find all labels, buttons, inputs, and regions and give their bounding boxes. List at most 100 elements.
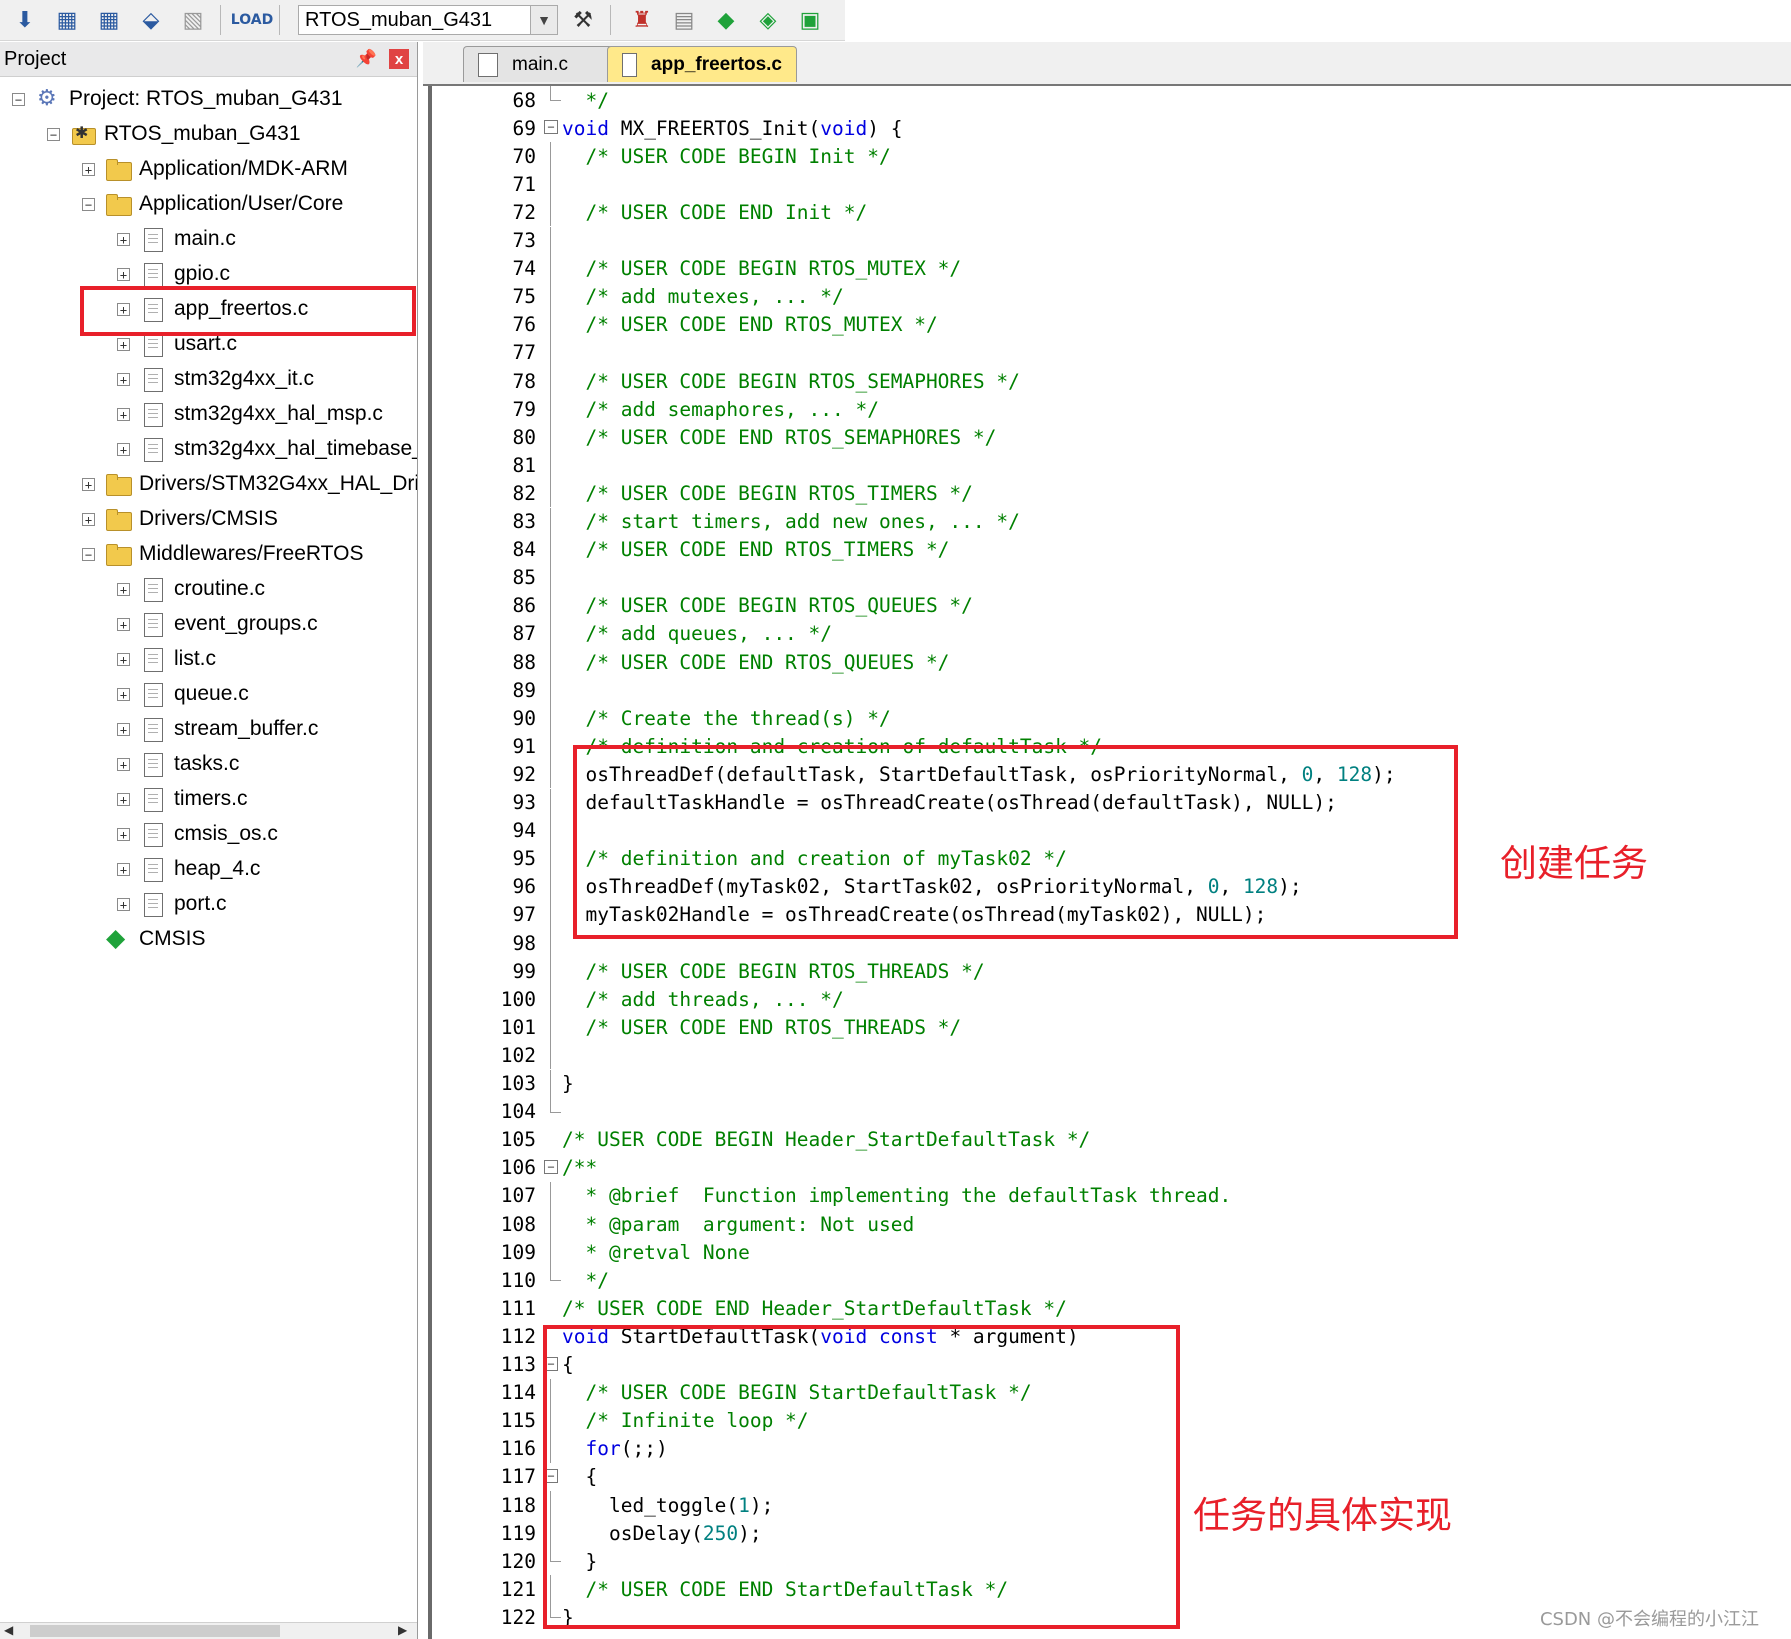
code-line[interactable]: 100 /* add threads, ... */ [432,985,1791,1014]
tree-item[interactable]: − Application/User/Core [82,187,343,221]
tree-item[interactable]: + stm32g4xx_hal_timebase_ [117,432,417,466]
target-select[interactable]: RTOS_muban_G431 ▼ [298,5,558,35]
code-line[interactable]: 114 /* USER CODE BEGIN StartDefaultTask … [432,1378,1791,1407]
code-line[interactable]: 71 [432,170,1791,199]
chevron-down-icon[interactable]: ▼ [530,6,557,34]
code-line[interactable]: 103} [432,1069,1791,1098]
expand-icon[interactable]: + [117,617,130,631]
scroll-left-icon[interactable]: ◀ [4,1623,13,1637]
pin-icon[interactable]: 📌 [356,49,377,69]
code-line[interactable]: 69− void MX_FREERTOS_Init(void) { [432,114,1791,142]
tab-app-freertos-c[interactable]: app_freertos.c [607,46,797,82]
expand-icon[interactable]: + [82,162,95,176]
code-line[interactable]: 72 /* USER CODE END Init */ [432,198,1791,227]
code-line[interactable]: 120 } [432,1547,1791,1575]
code-line[interactable]: 74 /* USER CODE BEGIN RTOS_MUTEX */ [432,254,1791,283]
code-line[interactable]: 75 /* add mutexes, ... */ [432,282,1791,311]
code-line[interactable]: 82 /* USER CODE BEGIN RTOS_TIMERS */ [432,479,1791,508]
expand-icon[interactable]: + [117,267,130,281]
tree-item[interactable]: + croutine.c [117,572,265,606]
expand-icon[interactable]: + [117,302,130,316]
code-line[interactable]: 89 [432,676,1791,705]
expand-icon[interactable]: + [117,232,130,246]
code-line[interactable]: 85 [432,563,1791,592]
code-line[interactable]: 86 /* USER CODE BEGIN RTOS_QUEUES */ [432,591,1791,620]
code-line[interactable]: 119 osDelay(250); [432,1519,1791,1548]
code-line[interactable]: 99 /* USER CODE BEGIN RTOS_THREADS */ [432,957,1791,986]
tree-item[interactable]: − RTOS_muban_G431 [47,117,301,151]
code-line[interactable]: 108 * @param argument: Not used [432,1210,1791,1238]
code-line[interactable]: 87 /* add queues, ... */ [432,619,1791,648]
tree-item[interactable]: CMSIS [82,922,206,956]
tree-item[interactable]: + port.c [117,887,227,921]
code-line[interactable]: 102 [432,1041,1791,1070]
expand-icon[interactable]: + [117,652,130,666]
code-line[interactable]: 78 /* USER CODE BEGIN RTOS_SEMAPHORES */ [432,367,1791,395]
code-line[interactable]: 92 osThreadDef(defaultTask, StartDefault… [432,760,1791,789]
select-software-packs-icon[interactable]: ▣ [793,4,827,36]
expand-icon[interactable]: + [82,512,95,526]
fold-toggle-icon[interactable]: − [536,1463,560,1491]
collapse-icon[interactable]: − [12,92,25,106]
tree-item[interactable]: + Drivers/STM32G4xx_HAL_Driv [82,467,417,501]
tab-main-c[interactable]: main.c [463,46,613,82]
expand-icon[interactable]: + [82,477,95,491]
code-line[interactable]: 97 myTask02Handle = osThreadCreate(osThr… [432,900,1791,929]
tree-item[interactable]: + list.c [117,642,216,676]
code-line[interactable]: 111 /* USER CODE END Header_StartDefaultT… [432,1294,1791,1322]
tree-item[interactable]: − Middlewares/FreeRTOS [82,537,363,571]
build-icon[interactable]: ▦ [50,4,84,36]
code-line[interactable]: 93 defaultTaskHandle = osThreadCreate(os… [432,788,1791,817]
code-line[interactable]: 110 */ [432,1266,1791,1294]
code-line[interactable]: 80 /* USER CODE END RTOS_SEMAPHORES */ [432,423,1791,452]
code-line[interactable]: 91 /* definition and creation of default… [432,732,1791,761]
tree-item[interactable]: + Application/MDK-ARM [82,152,348,186]
pack-installer-icon[interactable]: ◈ [751,4,785,36]
code-line[interactable]: 101 /* USER CODE END RTOS_THREADS */ [432,1013,1791,1042]
code-line[interactable]: 104 [432,1097,1791,1126]
fold-toggle-icon[interactable]: − [536,1351,560,1379]
code-line[interactable]: 118 led_toggle(1); [432,1491,1791,1519]
code-line[interactable]: 121 /* USER CODE END StartDefaultTask */ [432,1575,1791,1604]
code-line[interactable]: 88 /* USER CODE END RTOS_QUEUES */ [432,648,1791,676]
rebuild-icon[interactable]: ▦ [92,4,126,36]
code-line[interactable]: 106−/** [432,1154,1791,1182]
expand-icon[interactable]: + [117,862,130,876]
code-line[interactable]: 98 [432,929,1791,957]
run-time-environment-icon[interactable]: ◆ [709,4,743,36]
expand-icon[interactable]: + [117,897,130,911]
stop-build-icon[interactable]: ▧ [176,4,210,36]
code-line[interactable]: 109 * @retval None [432,1238,1791,1267]
code-line[interactable]: 107 * @brief Function implementing the d… [432,1181,1791,1210]
manage-components-icon[interactable]: ♜ [625,4,659,36]
expand-icon[interactable]: + [117,442,130,456]
code-line[interactable]: 90 /* Create the thread(s) */ [432,704,1791,733]
batch-build-icon[interactable]: ⬙ [134,4,168,36]
file-extensions-icon[interactable]: ▤ [667,4,701,36]
tree-item[interactable]: + app_freertos.c [117,292,308,326]
tree-item[interactable]: + stm32g4xx_it.c [117,362,314,396]
code-line[interactable]: 83 /* start timers, add new ones, ... */ [432,507,1791,536]
tree-item[interactable]: + gpio.c [117,257,230,291]
collapse-icon[interactable]: − [47,127,60,141]
tree-item[interactable]: + stm32g4xx_hal_msp.c [117,397,383,431]
code-line[interactable]: 116 for(;;) [432,1434,1791,1463]
translate-icon[interactable]: ⬇ [8,4,42,36]
tree-item[interactable]: + queue.c [117,677,249,711]
tree-item[interactable]: + timers.c [117,782,248,816]
expand-icon[interactable]: + [117,372,130,386]
expand-icon[interactable]: + [117,722,130,736]
expand-icon[interactable]: + [117,792,130,806]
tree-item[interactable]: + event_groups.c [117,607,318,641]
tree-item[interactable]: + tasks.c [117,747,239,781]
expand-icon[interactable]: + [117,582,130,596]
scrollbar-thumb[interactable] [30,1625,280,1637]
scroll-right-icon[interactable]: ▶ [398,1623,407,1637]
expand-icon[interactable]: + [117,407,130,421]
collapse-icon[interactable]: − [82,197,95,211]
fold-toggle-icon[interactable]: − [536,1154,560,1182]
tree-item[interactable]: + main.c [117,222,236,256]
expand-icon[interactable]: + [117,827,130,841]
code-line[interactable]: 73 [432,226,1791,255]
tree-item[interactable]: + cmsis_os.c [117,817,278,851]
